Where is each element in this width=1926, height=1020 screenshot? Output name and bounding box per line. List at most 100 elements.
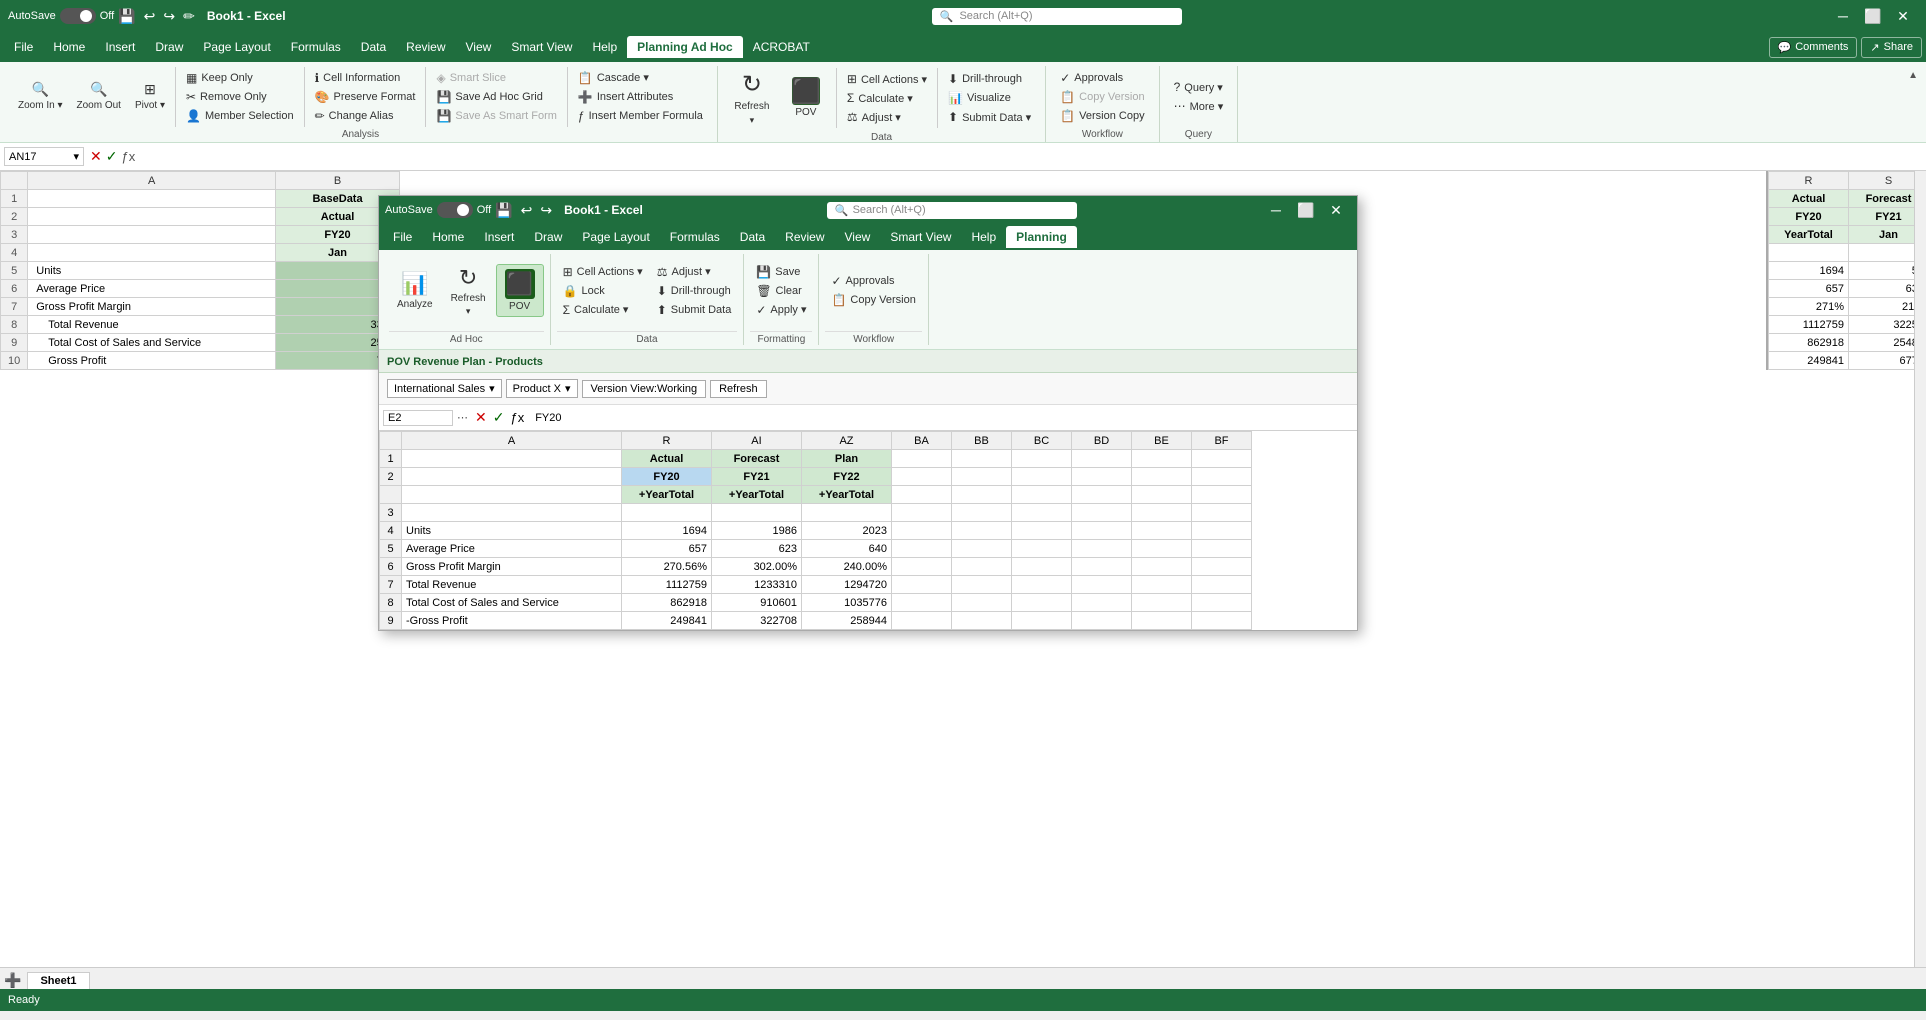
second-autosave[interactable]: AutoSave Off bbox=[385, 202, 491, 218]
formula-func-icon[interactable]: ƒx bbox=[121, 149, 135, 164]
close-btn[interactable]: ✕ bbox=[1888, 0, 1918, 32]
pov-refresh-btn[interactable]: Refresh bbox=[710, 380, 767, 398]
search-bar[interactable]: 🔍 Search (Alt+Q) bbox=[932, 8, 1182, 25]
s-menu-view[interactable]: View bbox=[835, 226, 881, 248]
save-adhoc-btn[interactable]: 💾 Save Ad Hoc Grid bbox=[430, 88, 562, 106]
cascade-btn[interactable]: 📋 Cascade ▾ bbox=[572, 69, 709, 87]
drill-through-btn[interactable]: ⬇ Drill-through bbox=[942, 70, 1037, 88]
second-calculate-btn[interactable]: Σ Calculate ▾ bbox=[557, 301, 649, 319]
second-submit-btn[interactable]: ⬆ Submit Data bbox=[651, 301, 738, 319]
submit-data-btn[interactable]: ⬆ Submit Data ▾ bbox=[942, 108, 1037, 126]
s-menu-formulas[interactable]: Formulas bbox=[660, 226, 730, 248]
pov-dropdown2[interactable]: Product X ▾ bbox=[506, 379, 578, 398]
formula-input[interactable] bbox=[141, 155, 1922, 159]
visualize-btn[interactable]: 📊 Visualize bbox=[942, 89, 1037, 107]
s-menu-review[interactable]: Review bbox=[775, 226, 834, 248]
s-menu-home[interactable]: Home bbox=[422, 226, 474, 248]
vertical-scrollbar[interactable] bbox=[1914, 171, 1926, 967]
member-selection-btn[interactable]: 👤 Member Selection bbox=[180, 107, 300, 125]
autosave-switch[interactable] bbox=[60, 8, 96, 24]
second-cancel-icon[interactable]: ✕ bbox=[475, 409, 487, 426]
s-menu-data[interactable]: Data bbox=[730, 226, 775, 248]
share-btn[interactable]: ↗ Share bbox=[1861, 37, 1922, 58]
second-search[interactable]: 🔍 Search (Alt+Q) bbox=[827, 202, 1077, 219]
pivot-btn[interactable]: ⊞ Pivot ▾ bbox=[129, 77, 171, 116]
second-cell-ref[interactable]: E2 bbox=[383, 410, 453, 426]
menu-formulas[interactable]: Formulas bbox=[281, 36, 351, 58]
second-restore-btn[interactable]: ⬜ bbox=[1291, 194, 1321, 226]
second-drill-btn[interactable]: ⬇ Drill-through bbox=[651, 282, 738, 300]
second-save-btn[interactable]: 💾 Save bbox=[750, 263, 812, 281]
second-lock-btn[interactable]: 🔒 Lock bbox=[557, 282, 649, 300]
pov-dropdown1[interactable]: International Sales ▾ bbox=[387, 379, 502, 398]
save-smart-btn[interactable]: 💾 Save As Smart Form bbox=[430, 107, 562, 125]
adjust-btn[interactable]: ⚖ Adjust ▾ bbox=[841, 108, 933, 126]
second-undo-icon[interactable]: ↩ bbox=[517, 202, 537, 219]
menu-pagelayout[interactable]: Page Layout bbox=[193, 36, 280, 58]
s-menu-smartview[interactable]: Smart View bbox=[880, 226, 961, 248]
insert-attrs-btn[interactable]: ➕ Insert Attributes bbox=[572, 88, 709, 106]
s-menu-help[interactable]: Help bbox=[961, 226, 1006, 248]
minimize-btn[interactable]: ─ bbox=[1828, 0, 1858, 32]
calculate-btn[interactable]: Σ Calculate ▾ bbox=[841, 89, 933, 107]
s-menu-planning[interactable]: Planning bbox=[1006, 226, 1077, 248]
touch-icon[interactable]: ✏ bbox=[179, 8, 199, 25]
remove-only-btn[interactable]: ✂ Remove Only bbox=[180, 88, 300, 106]
keep-only-btn[interactable]: ▦ Keep Only bbox=[180, 69, 300, 87]
more-btn[interactable]: ⋯ More ▾ bbox=[1168, 97, 1230, 115]
sheet1-tab[interactable]: Sheet1 bbox=[27, 972, 89, 989]
menu-review[interactable]: Review bbox=[396, 36, 455, 58]
collapse-ribbon-btn[interactable]: ▲ bbox=[1908, 70, 1918, 81]
version-copy-btn[interactable]: 📋 Version Copy bbox=[1054, 107, 1150, 125]
query-btn[interactable]: ? Query ▾ bbox=[1168, 78, 1230, 96]
insert-member-btn[interactable]: ƒ Insert Member Formula bbox=[572, 107, 709, 125]
second-min-btn[interactable]: ─ bbox=[1261, 194, 1291, 226]
menu-file[interactable]: File bbox=[4, 36, 43, 58]
name-box-dropdown[interactable]: ▾ bbox=[73, 150, 79, 163]
cell-actions-btn[interactable]: ⊞ Cell Actions ▾ bbox=[841, 70, 933, 88]
s-menu-draw[interactable]: Draw bbox=[524, 226, 572, 248]
s-menu-pagelayout[interactable]: Page Layout bbox=[572, 226, 659, 248]
comments-btn[interactable]: 💬 Comments bbox=[1769, 37, 1858, 58]
menu-data[interactable]: Data bbox=[351, 36, 396, 58]
second-cell-actions-btn[interactable]: ⊞ Cell Actions ▾ bbox=[557, 263, 649, 281]
pov-btn[interactable]: ⬛ POV bbox=[780, 73, 832, 123]
second-formula-menu[interactable]: ⋯ bbox=[457, 411, 468, 424]
second-redo-icon[interactable]: ↪ bbox=[536, 202, 556, 219]
redo-icon[interactable]: ↪ bbox=[159, 8, 179, 25]
restore-btn[interactable]: ⬜ bbox=[1858, 0, 1888, 32]
analyze-btn[interactable]: 📊 Analyze bbox=[389, 267, 441, 314]
formula-cancel-icon[interactable]: ✕ bbox=[90, 148, 102, 165]
menu-home[interactable]: Home bbox=[43, 36, 95, 58]
menu-insert[interactable]: Insert bbox=[95, 36, 145, 58]
second-apply-btn[interactable]: ✓ Apply ▾ bbox=[750, 301, 812, 319]
second-refresh-btn[interactable]: ↻ Refresh ▾ bbox=[443, 261, 494, 321]
save-icon[interactable]: 💾 bbox=[114, 8, 139, 25]
change-alias-btn[interactable]: ✏ Change Alias bbox=[309, 107, 422, 125]
menu-acrobat[interactable]: ACROBAT bbox=[743, 36, 820, 58]
second-toggle[interactable] bbox=[437, 202, 473, 218]
second-copy-ver-btn[interactable]: 📋 Copy Version bbox=[825, 291, 921, 309]
s-menu-file[interactable]: File bbox=[383, 226, 422, 248]
menu-draw[interactable]: Draw bbox=[145, 36, 193, 58]
zoom-in-btn[interactable]: 🔍 Zoom In ▾ bbox=[12, 77, 68, 116]
menu-view[interactable]: View bbox=[456, 36, 502, 58]
autosave-toggle[interactable]: AutoSave Off bbox=[8, 8, 114, 24]
copy-version-btn[interactable]: 📋 Copy Version bbox=[1054, 88, 1150, 106]
preserve-format-btn[interactable]: 🎨 Preserve Format bbox=[309, 88, 422, 106]
zoom-out-btn[interactable]: 🔍 Zoom Out bbox=[70, 77, 126, 116]
menu-planning-adhoc[interactable]: Planning Ad Hoc bbox=[627, 36, 743, 58]
second-adjust-btn[interactable]: ⚖ Adjust ▾ bbox=[651, 263, 738, 281]
second-func-icon[interactable]: ƒx bbox=[510, 410, 524, 425]
second-confirm-icon[interactable]: ✓ bbox=[493, 409, 505, 426]
cell-name-box[interactable]: AN17 ▾ bbox=[4, 147, 84, 166]
second-approvals-btn[interactable]: ✓ Approvals bbox=[825, 272, 921, 290]
formula-confirm-icon[interactable]: ✓ bbox=[106, 148, 118, 165]
smart-slice-btn[interactable]: ◈ Smart Slice bbox=[430, 69, 562, 87]
second-save-icon[interactable]: 💾 bbox=[491, 202, 516, 219]
undo-icon[interactable]: ↩ bbox=[140, 8, 160, 25]
add-sheet-btn[interactable]: ➕ bbox=[4, 972, 21, 989]
menu-smartview[interactable]: Smart View bbox=[501, 36, 582, 58]
second-close-btn[interactable]: ✕ bbox=[1321, 194, 1351, 226]
cell-info-btn[interactable]: ℹ Cell Information bbox=[309, 69, 422, 87]
